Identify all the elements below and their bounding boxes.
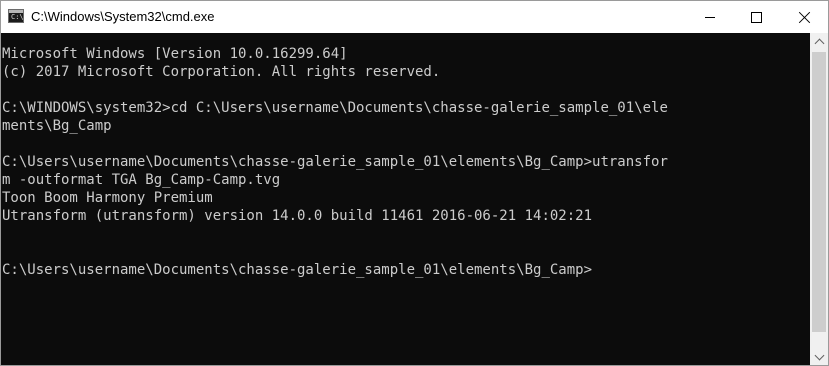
scroll-down-button[interactable]	[810, 348, 828, 365]
console-top-padding	[1, 33, 810, 45]
title-bar[interactable]: C:\ C:\Windows\System32\cmd.exe	[1, 1, 828, 33]
console-line: Microsoft Windows [Version 10.0.16299.64…	[2, 46, 348, 62]
vertical-scrollbar[interactable]	[810, 33, 828, 365]
scroll-up-button[interactable]	[810, 33, 828, 50]
console-line: C:\WINDOWS\system32>cd C:\Users\username…	[2, 100, 668, 116]
console-output[interactable]: Microsoft Windows [Version 10.0.16299.64…	[1, 33, 810, 365]
maximize-button[interactable]	[733, 1, 779, 33]
close-icon	[798, 11, 811, 24]
minimize-button[interactable]	[687, 1, 733, 33]
cmd-window: C:\ C:\Windows\System32\cmd.exe Microsof…	[0, 0, 829, 366]
console-line: C:\Users\username\Documents\chasse-galer…	[2, 154, 668, 170]
close-button[interactable]	[780, 1, 828, 33]
console-line: Toon Boom Harmony Premium	[2, 190, 213, 206]
console-prompt-line[interactable]: C:\Users\username\Documents\chasse-galer…	[1, 261, 810, 279]
maximize-icon	[750, 11, 762, 23]
minimize-icon	[705, 17, 715, 18]
console-line: m -outformat TGA Bg_Camp-Camp.tvg	[2, 172, 281, 188]
console-line: Utransform (utransform) version 14.0.0 b…	[2, 208, 593, 224]
cmd-icon-glyph: C:\	[11, 13, 24, 21]
cmd-icon[interactable]: C:\	[8, 9, 24, 23]
chevron-down-icon	[814, 350, 824, 360]
scroll-thumb[interactable]	[812, 52, 826, 332]
console-line: ments\Bg_Camp	[2, 118, 112, 134]
window-title: C:\Windows\System32\cmd.exe	[31, 9, 215, 24]
chevron-up-icon	[814, 38, 824, 48]
console-line: (c) 2017 Microsoft Corporation. All righ…	[2, 64, 441, 80]
